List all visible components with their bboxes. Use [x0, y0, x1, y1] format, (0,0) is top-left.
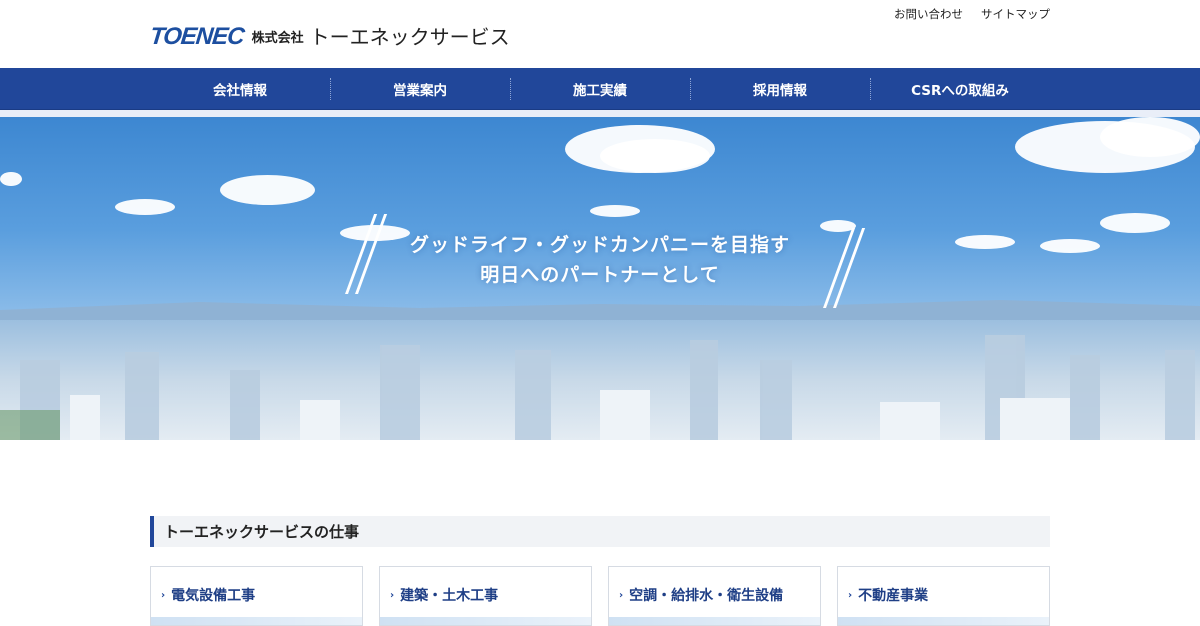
- service-card-electrical[interactable]: › 電気設備工事: [150, 566, 363, 626]
- service-card-label: 電気設備工事: [171, 588, 256, 604]
- cloud-shape: [115, 199, 175, 215]
- nav-bottom-strip: [0, 110, 1200, 117]
- logo-kabushiki: 株式会社: [251, 31, 304, 46]
- chevron-right-icon: ›: [848, 589, 853, 601]
- service-card-thumbnail: [609, 617, 820, 625]
- logo-company-name: トーエネックサービス: [309, 25, 510, 49]
- hero-banner: グッドライフ・グッドカンパニーを目指す 明日へのパートナーとして: [0, 117, 1200, 440]
- service-card-thumbnail: [151, 617, 362, 625]
- service-cards: › 電気設備工事 › 建築・土木工事 › 空調・給排水・衛生設備 › 不動産事業: [150, 566, 1050, 626]
- city-skyline-illustration: [0, 300, 1200, 440]
- company-logo[interactable]: TOENEC 株式会社 トーエネックサービス: [148, 20, 510, 50]
- chevron-right-icon: ›: [619, 589, 624, 601]
- contact-link[interactable]: お問い合わせ: [894, 6, 963, 22]
- cloud-shape: [220, 175, 315, 205]
- sitemap-link[interactable]: サイトマップ: [981, 6, 1050, 22]
- service-card-realestate[interactable]: › 不動産事業: [837, 566, 1050, 626]
- cloud-shape: [600, 139, 710, 173]
- nav-item-company[interactable]: 会社情報: [150, 68, 330, 110]
- service-card-construction[interactable]: › 建築・土木工事: [379, 566, 592, 626]
- hero-tagline-line1: グッドライフ・グッドカンパニーを目指す: [409, 234, 790, 256]
- toenec-logo-mark: TOENEC: [148, 23, 246, 50]
- cloud-shape: [1100, 117, 1200, 157]
- service-card-label: 空調・給排水・衛生設備: [629, 588, 784, 604]
- nav-item-csr[interactable]: CSRへの取組み: [870, 68, 1050, 110]
- utility-links: お問い合わせ サイトマップ: [894, 6, 1050, 22]
- service-card-label: 建築・土木工事: [400, 588, 499, 604]
- cloud-shape: [0, 172, 22, 186]
- service-card-label: 不動産事業: [858, 588, 929, 604]
- section-heading: トーエネックサービスの仕事: [150, 516, 1050, 547]
- hero-tagline: グッドライフ・グッドカンパニーを目指す 明日へのパートナーとして: [0, 230, 1200, 290]
- nav-item-recruit[interactable]: 採用情報: [690, 68, 870, 110]
- service-card-thumbnail: [380, 617, 591, 625]
- chevron-right-icon: ›: [161, 589, 166, 601]
- chevron-right-icon: ›: [390, 589, 395, 601]
- service-card-thumbnail: [838, 617, 1049, 625]
- cloud-shape: [590, 205, 640, 217]
- service-card-hvac[interactable]: › 空調・給排水・衛生設備: [608, 566, 821, 626]
- nav-item-business[interactable]: 営業案内: [330, 68, 510, 110]
- hero-tagline-line2: 明日へのパートナーとして: [480, 264, 720, 286]
- global-nav: 会社情報 営業案内 施工実績 採用情報 CSRへの取組み: [0, 68, 1200, 110]
- nav-item-works[interactable]: 施工実績: [510, 68, 690, 110]
- site-header: TOENEC 株式会社 トーエネックサービス お問い合わせ サイトマップ: [0, 0, 1200, 68]
